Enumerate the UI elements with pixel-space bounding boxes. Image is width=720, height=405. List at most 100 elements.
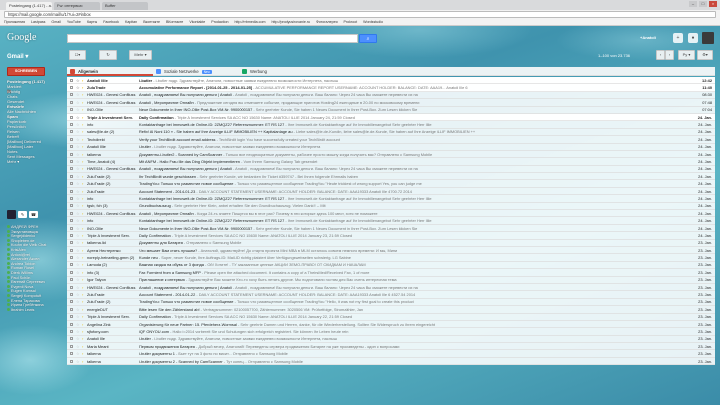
table-row[interactable]: ☆ › INO-Ollie Neue Dokumente in Ihrer INO-O…	[67, 107, 715, 114]
google-logo[interactable]: Google	[7, 32, 36, 43]
bookmark-item[interactable]: Facebook	[103, 19, 119, 25]
table-row[interactable]: ☆ › noreply-heinzeling-gmm (2) Kunde neu - …	[67, 254, 715, 262]
table-row[interactable]: ☆ › sjfofony.com iQF ONYOU.com - Hallo i=20…	[67, 328, 715, 336]
share-plus-icon[interactable]: +	[673, 33, 683, 43]
row-checkbox[interactable]	[70, 196, 73, 200]
table-row[interactable]: ☆ › sales@le.de (2) Refix! Al Noni 110 » - …	[67, 129, 715, 137]
close-icon[interactable]: ×	[709, 1, 717, 7]
row-checkbox[interactable]	[70, 307, 73, 311]
row-checkbox[interactable]	[70, 130, 73, 134]
bookmark-item[interactable]: Фотогалерея	[316, 19, 338, 25]
table-row[interactable]: ☆ › talkerna i-butler документы 1 - Бьет ту…	[67, 350, 715, 358]
row-checkbox[interactable]	[70, 337, 73, 341]
account-name-link[interactable]: +Anatoli	[640, 35, 656, 40]
row-checkbox[interactable]	[70, 248, 73, 252]
row-checkbox[interactable]	[70, 204, 73, 208]
row-checkbox[interactable]	[70, 211, 73, 215]
bookmark-item[interactable]: Prokroot	[344, 19, 358, 25]
table-row[interactable]: ☆ › Angelina Zink Organisierung für neue Pa…	[67, 321, 715, 329]
row-checkbox[interactable]	[70, 329, 73, 333]
gmail-menu[interactable]: Gmail ▾	[7, 53, 28, 60]
row-checkbox[interactable]	[70, 293, 73, 297]
search-button[interactable]: ⌕	[359, 34, 377, 43]
prev-page-button[interactable]: ‹	[656, 50, 665, 60]
avatar[interactable]	[702, 32, 714, 44]
row-checkbox[interactable]	[70, 174, 73, 178]
table-row[interactable]: ☆ › HWE024 - Genesi Confiluss Anatoli , поз…	[67, 284, 715, 292]
bookmark-item[interactable]: Vkontakte	[189, 19, 205, 25]
table-row[interactable]: ☆ › HWE024 - Genesi Confiluss Anatoli , поз…	[67, 166, 715, 174]
bookmark-item[interactable]: http://prodyusirovanie.ru	[271, 19, 310, 25]
tab-category[interactable]: Soziale Netzwerke Neu	[153, 67, 239, 76]
row-checkbox[interactable]	[70, 93, 73, 97]
row-checkbox[interactable]	[70, 315, 73, 319]
table-row[interactable]: ☆ › Igor Talyon Приглашение к интервью - Зд…	[67, 277, 715, 284]
table-row[interactable]: ☆ › tgsb, fch (3) Grundbuchauszug - Sehr ge…	[67, 203, 715, 211]
row-checkbox[interactable]	[70, 123, 73, 127]
row-checkbox[interactable]	[70, 108, 73, 112]
tab-category[interactable]: Allgemein	[67, 67, 153, 76]
notifications-icon[interactable]: ●	[688, 33, 698, 43]
browser-tab[interactable]: Buffer	[102, 2, 148, 10]
bookmark-item[interactable]: http://rrbmedia.com	[234, 19, 265, 25]
table-row[interactable]: ☆ › info Kontaktanfrage bei Immowelt.de Onl…	[67, 217, 715, 225]
sidebar-item[interactable]: Mehr ▾	[7, 159, 63, 164]
browser-tab[interactable]: Posteingang (1.417) - a...	[6, 2, 52, 10]
bookmark-item[interactable]: Kapitan	[125, 19, 137, 25]
hangouts-phone-icon[interactable]: ☎	[29, 211, 38, 218]
bookmark-item[interactable]: YouTube	[67, 19, 81, 25]
row-checkbox[interactable]	[70, 256, 73, 260]
bookmark-item[interactable]: Gmail	[51, 19, 60, 25]
table-row[interactable]: ☆ › Time, Anatoli (4) Mit ANFM - Hallo Frau…	[67, 158, 715, 166]
compose-button[interactable]: SCHREIBEN	[7, 67, 45, 76]
row-checkbox[interactable]	[70, 78, 73, 82]
row-checkbox[interactable]	[70, 115, 73, 119]
bookmark-item[interactable]: Prodaction	[211, 19, 228, 25]
table-row[interactable]: ☆ › HWE024 - Genesi Confiluss Anatoli , поз…	[67, 92, 715, 100]
refresh-button[interactable]: ↻	[99, 50, 117, 60]
bookmark-item[interactable]: Wordsstudio	[363, 19, 383, 25]
settings-button[interactable]: ⚙▾	[697, 50, 713, 60]
table-row[interactable]: ☆ › info Kontaktanfrage bei Immowelt.de Onl…	[67, 121, 715, 129]
row-checkbox[interactable]	[70, 359, 73, 363]
row-checkbox[interactable]	[70, 278, 73, 282]
minimize-icon[interactable]: –	[689, 1, 697, 7]
row-checkbox[interactable]	[70, 344, 73, 348]
row-checkbox[interactable]	[70, 270, 73, 274]
row-checkbox[interactable]	[70, 233, 73, 237]
row-checkbox[interactable]	[70, 322, 73, 326]
table-row[interactable]: ☆ › Anatoli Illie i-butler - i-butler подр.…	[67, 144, 715, 151]
table-row[interactable]: ☆ › Maria Meant Первым продвижения Батарея …	[67, 343, 715, 351]
row-checkbox[interactable]	[70, 226, 73, 230]
table-row[interactable]: ☆ › talkerna.lid Документы для Батарея - От…	[67, 240, 715, 247]
table-row[interactable]: ☆ › HWE024 - Genesi Confiluss Anatoli , Мер…	[67, 210, 715, 218]
table-row[interactable]: ☆ › ZuluTrade (2) TradingYou: Только что ра…	[67, 299, 715, 307]
browser-tab[interactable]: Fw: интервью	[54, 2, 100, 10]
table-row[interactable]: ☆ › ZuluTrade (2) TradingYou: Только что ра…	[67, 180, 715, 188]
maximize-icon[interactable]: □	[699, 1, 707, 7]
tab-category[interactable]: Werbung	[239, 67, 325, 76]
table-row[interactable]: ☆ › INO-Ollie Neue Dokumente in Ihrer INO-O…	[67, 225, 715, 233]
address-bar[interactable]: https://mail.google.com/mail/u/1/?ui=2#i…	[4, 11, 716, 18]
row-checkbox[interactable]	[70, 352, 73, 356]
row-checkbox[interactable]	[70, 241, 73, 245]
table-row[interactable]: ☆ › energieDUT Bitte lesen Sie den Zählerst…	[67, 306, 715, 314]
table-row[interactable]: ☆ › Артем Нестеренко Что мешает Вам стать л…	[67, 247, 715, 255]
row-checkbox[interactable]	[70, 86, 73, 90]
table-row[interactable]: ☆ › ZuluTrade Account Statement - 2014-01-2…	[67, 291, 715, 299]
table-row[interactable]: ☆ › ZuluTrade Accumulative Performance Repo…	[67, 84, 715, 92]
table-row[interactable]: ☆ › Lamoda (2) Важная скидка на обувь от 3 …	[67, 262, 715, 270]
row-checkbox[interactable]	[70, 219, 73, 223]
row-checkbox[interactable]	[70, 182, 73, 186]
hangouts-avatar[interactable]	[7, 210, 16, 219]
table-row[interactable]: ☆ › Triple A Investment Serv. Daily Confirm…	[67, 113, 715, 122]
row-checkbox[interactable]	[70, 137, 73, 141]
table-row[interactable]: ☆ › talkerna Документы-i-butler2 - Scanned …	[67, 151, 715, 159]
hangouts-chat-icon[interactable]: ✎	[18, 211, 27, 218]
bookmark-item[interactable]: Lastpass	[31, 19, 45, 25]
row-checkbox[interactable]	[70, 285, 73, 289]
bookmark-item[interactable]: Вконтакте	[143, 19, 160, 25]
input-tools-button[interactable]: Ру ▾	[678, 50, 695, 60]
row-checkbox[interactable]	[70, 100, 73, 104]
row-checkbox[interactable]	[70, 167, 73, 171]
